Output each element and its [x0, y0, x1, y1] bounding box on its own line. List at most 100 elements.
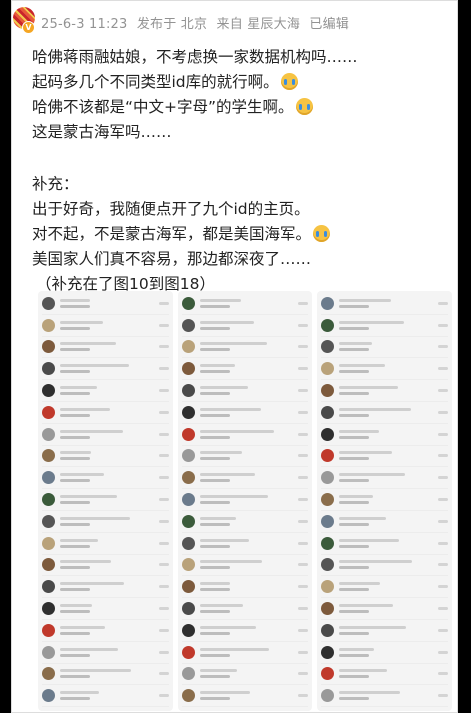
- avatar: [321, 471, 335, 485]
- list-item: [181, 511, 309, 533]
- avatar: [42, 384, 55, 398]
- list-item: [42, 446, 169, 468]
- avatar: [181, 514, 195, 528]
- thumbnail-image[interactable]: [317, 291, 453, 711]
- avatar: [181, 384, 195, 398]
- list-item: [181, 380, 309, 402]
- supplement-line: 对不起，不是蒙古海军，都是美国海军。: [32, 222, 452, 247]
- list-item: [181, 598, 309, 620]
- list-item: [181, 467, 309, 490]
- avatar: [181, 645, 195, 659]
- avatar: [321, 318, 335, 332]
- post-edited-label[interactable]: 已编辑: [309, 17, 349, 32]
- avatar: [181, 362, 195, 376]
- list-item: [321, 576, 449, 599]
- avatar: [42, 471, 55, 485]
- list-item: [321, 446, 449, 468]
- list-item: [181, 402, 309, 424]
- list-item: [42, 380, 169, 402]
- list-item: [321, 293, 449, 315]
- list-item: [42, 467, 169, 490]
- list-item: [42, 315, 169, 337]
- supplement-heading: 补充：: [32, 175, 79, 193]
- list-item: [42, 664, 169, 686]
- list-item: [42, 598, 169, 620]
- list-item: [321, 533, 449, 555]
- list-item: [321, 598, 449, 620]
- list-item: [181, 533, 309, 555]
- list-item: [321, 685, 449, 708]
- thumbnail-image[interactable]: [177, 291, 313, 711]
- avatar: [321, 558, 335, 572]
- post-line: 哈佛蒋雨融姑娘，不考虑换一家数据机构吗……: [32, 48, 358, 66]
- avatar: [181, 689, 195, 703]
- avatar: [321, 449, 335, 463]
- supplement-line: 美国家人们真不容易，那边都深夜了……: [32, 250, 312, 268]
- avatar: [181, 536, 195, 550]
- crying-face-icon: [280, 73, 298, 90]
- avatar: [42, 645, 55, 659]
- thumbnail-image[interactable]: [38, 291, 173, 711]
- post-meta: 25-6-3 11:23 发布于 北京 来自 星辰大海 已编辑: [41, 13, 354, 32]
- avatar: [321, 580, 335, 594]
- avatar: [181, 493, 195, 507]
- avatar: [321, 384, 335, 398]
- avatar: [321, 362, 335, 376]
- post-line: 起码多几个不同类型id库的就行啊。: [32, 70, 452, 95]
- list-item: [181, 685, 309, 708]
- avatar: [321, 405, 335, 419]
- list-item: [181, 576, 309, 599]
- list-item: [321, 358, 449, 381]
- avatar: [181, 471, 195, 485]
- avatar: [42, 689, 55, 703]
- list-item: [181, 446, 309, 468]
- list-item: [181, 664, 309, 686]
- weibo-post: V 25-6-3 11:23 发布于 北京 来自 星辰大海 已编辑 哈佛蒋雨融姑…: [11, 0, 458, 713]
- post-body: 哈佛蒋雨融姑娘，不考虑换一家数据机构吗…… 起码多几个不同类型id库的就行啊。 …: [32, 45, 452, 297]
- avatar: [181, 449, 195, 463]
- avatar: [42, 514, 55, 528]
- list-item: [181, 642, 309, 664]
- post-datetime[interactable]: 25-6-3 11:23: [41, 17, 127, 32]
- avatar: [321, 340, 335, 354]
- avatar: [181, 580, 195, 594]
- avatar: [321, 645, 335, 659]
- avatar: [42, 318, 55, 332]
- list-item: [321, 380, 449, 402]
- list-item: [181, 555, 309, 577]
- list-item: [181, 293, 309, 315]
- avatar: [181, 667, 195, 681]
- avatar: [181, 427, 195, 441]
- avatar: [181, 405, 195, 419]
- list-item: [321, 337, 449, 359]
- list-item: [181, 337, 309, 359]
- list-item: [321, 511, 449, 533]
- list-item: [42, 642, 169, 664]
- avatar: [181, 340, 195, 354]
- avatar: [321, 602, 335, 616]
- list-item: [321, 664, 449, 686]
- list-item: [42, 576, 169, 599]
- list-item: [42, 293, 169, 315]
- list-item: [42, 358, 169, 381]
- avatar: [42, 667, 55, 681]
- avatar: [321, 623, 335, 637]
- list-item: [321, 642, 449, 664]
- avatar: [321, 493, 335, 507]
- list-item: [321, 424, 449, 446]
- avatar: [181, 623, 195, 637]
- list-item: [42, 555, 169, 577]
- list-item: [42, 685, 169, 708]
- list-item: [42, 620, 169, 642]
- list-item: [181, 315, 309, 337]
- list-item: [181, 358, 309, 381]
- avatar: [181, 296, 195, 310]
- post-source[interactable]: 来自 星辰大海: [217, 17, 301, 32]
- list-item: [321, 620, 449, 642]
- post-line: 哈佛不该都是“中文+字母”的学生啊。: [32, 95, 452, 120]
- avatar: [321, 427, 335, 441]
- avatar: [321, 296, 335, 310]
- list-item: [181, 489, 309, 511]
- list-item: [321, 315, 449, 337]
- list-item: [42, 489, 169, 511]
